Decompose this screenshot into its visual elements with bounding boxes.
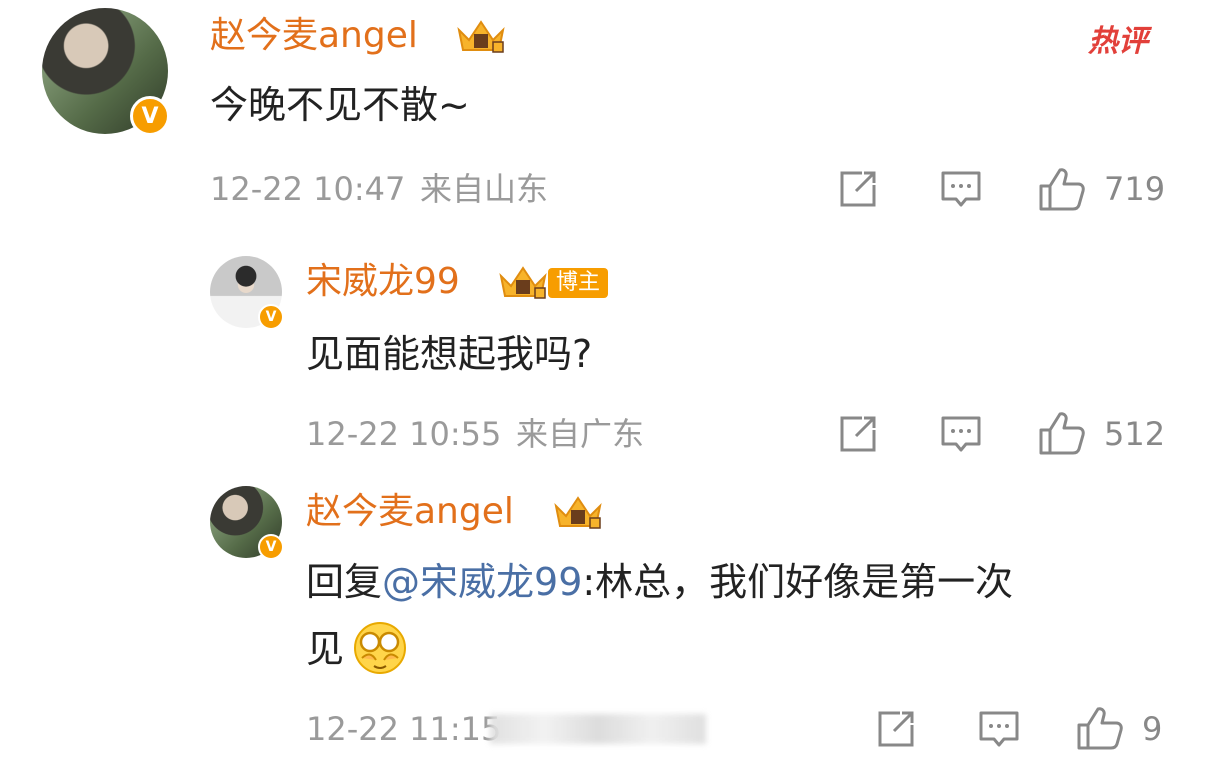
comment-content-line1: 回复@宋威龙99:林总，我们好像是第一次 [306, 563, 1013, 601]
thumbs-up-icon[interactable] [1038, 166, 1086, 212]
blogger-badge: 博主 [548, 268, 609, 298]
comment-icon[interactable] [978, 709, 1020, 751]
verified-badge: V [130, 96, 170, 136]
redacted-location [490, 714, 706, 744]
thumbs-up-icon[interactable] [1038, 410, 1086, 456]
avatar[interactable]: V [42, 8, 170, 136]
like-count: 719 [1104, 170, 1166, 208]
verified-badge: V [258, 304, 284, 330]
avatar[interactable]: V [210, 486, 284, 560]
comment-time: 12-22 10:47 [210, 170, 406, 208]
comment-time: 12-22 11:15 [306, 710, 502, 748]
share-icon[interactable] [838, 169, 878, 209]
comment-username[interactable]: 宋威龙99 [306, 264, 460, 300]
comment-username[interactable]: 赵今麦angel [306, 494, 514, 530]
like-count: 512 [1104, 415, 1166, 453]
avatar[interactable]: V [210, 256, 284, 330]
verified-badge: V [258, 534, 284, 560]
share-icon[interactable] [876, 709, 916, 749]
like-count: 9 [1142, 710, 1163, 748]
share-icon[interactable] [838, 414, 878, 454]
crown-badge-icon [457, 20, 505, 53]
hot-comment-label: 热评 [1088, 24, 1148, 59]
comment-content-line2: 见 [306, 627, 345, 671]
comment-icon[interactable] [940, 414, 982, 456]
crown-badge-icon [499, 266, 547, 299]
reply-text: :林总，我们好像是第一次 [582, 560, 1014, 604]
comment-location: 来自山东 [420, 170, 549, 208]
mention-link[interactable]: @宋威龙99 [382, 560, 582, 604]
reply-prefix: 回复 [306, 560, 383, 604]
comment-icon[interactable] [940, 169, 982, 211]
cover-eyes-emoji [354, 622, 406, 674]
comment-content: 今晚不见不散~ [210, 83, 470, 127]
comment-time: 12-22 10:55 [306, 415, 502, 453]
crown-badge-icon [554, 496, 602, 529]
comment-content: 见面能想起我吗? [306, 332, 593, 376]
thumbs-up-icon[interactable] [1076, 705, 1124, 751]
comment-username[interactable]: 赵今麦angel [210, 18, 418, 54]
comment-location: 来自广东 [516, 415, 645, 453]
